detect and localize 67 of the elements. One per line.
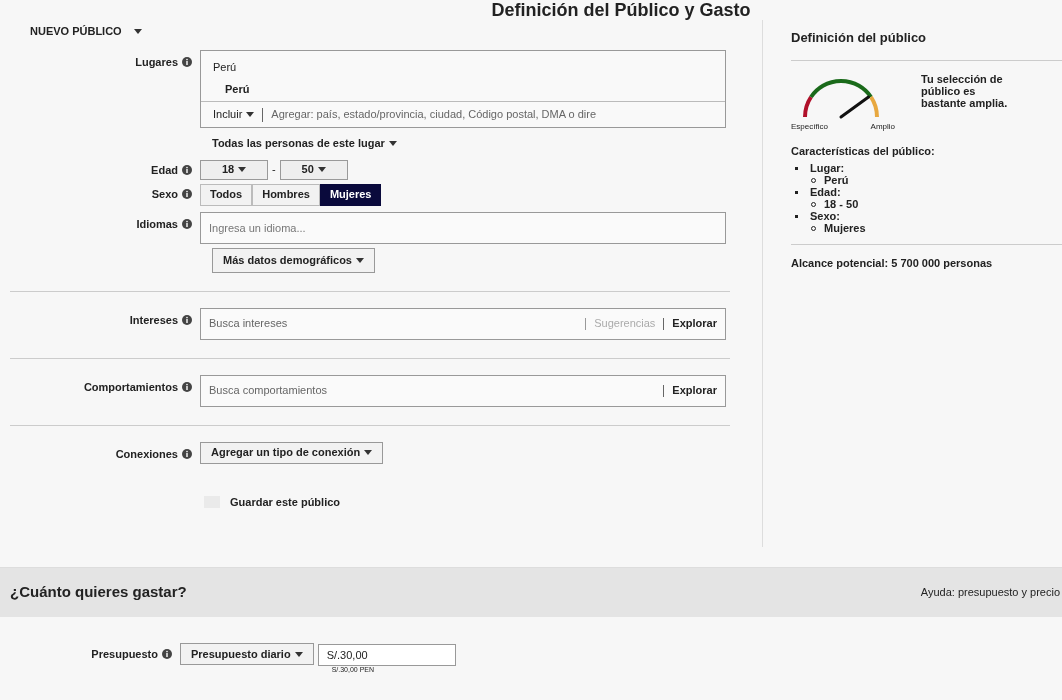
characteristic-label: Lugar: bbox=[810, 162, 845, 174]
slide-title: Definición del Público y Gasto bbox=[491, 0, 751, 20]
bullet-icon bbox=[795, 166, 798, 170]
info-icon bbox=[182, 314, 192, 325]
caret-icon bbox=[294, 651, 303, 657]
audience-dropdown[interactable]: NUEVO PÚBLICO bbox=[30, 22, 142, 40]
connection-type-dropdown[interactable]: Agregar un tipo de conexión bbox=[200, 441, 384, 464]
characteristic-value: Perú bbox=[824, 174, 849, 186]
behaviors-placeholder: Busca comportamientos bbox=[209, 383, 328, 399]
age-from-dropdown[interactable]: 18 bbox=[200, 159, 268, 180]
bullet-icon bbox=[795, 190, 798, 194]
behaviors-field[interactable]: Busca comportamientos Explorar bbox=[200, 374, 726, 407]
location-scope-dropdown[interactable]: Todas las personas de este lugar bbox=[212, 135, 397, 152]
potential-reach: Alcance potencial: 5 700 000 personas bbox=[791, 256, 994, 271]
caret-icon bbox=[238, 167, 247, 172]
characteristic-label: Sexo: bbox=[810, 210, 840, 222]
location-group: Perú bbox=[213, 59, 713, 76]
info-icon bbox=[182, 57, 192, 68]
caret-icon bbox=[133, 29, 142, 35]
bullet-icon bbox=[795, 214, 798, 218]
gauge-high-label: Amplio bbox=[870, 120, 895, 133]
interests-field[interactable]: Busca intereses Sugerencias Explorar bbox=[200, 307, 726, 340]
budget-field[interactable]: S/.30,00 bbox=[317, 644, 456, 666]
gender-option[interactable]: Todos bbox=[200, 183, 253, 206]
language-field[interactable]: Ingresa un idioma... bbox=[200, 211, 726, 244]
field-label: Edad bbox=[151, 162, 178, 178]
field-label: Comportamientos bbox=[83, 379, 178, 395]
location-tag: Perú bbox=[225, 80, 713, 97]
info-icon bbox=[182, 218, 192, 229]
interests-placeholder: Busca intereses bbox=[209, 316, 289, 332]
more-demographics-button[interactable]: Más datos demográficos bbox=[212, 247, 375, 273]
field-label: Lugares bbox=[135, 55, 178, 70]
caret-icon bbox=[317, 167, 326, 172]
gender-option[interactable]: Mujeres bbox=[319, 183, 382, 206]
field-label: Idiomas bbox=[136, 216, 178, 232]
age-to-dropdown[interactable]: 50 bbox=[279, 159, 348, 180]
field-label: Sexo bbox=[151, 186, 178, 202]
gender-option[interactable]: Hombres bbox=[252, 183, 320, 206]
location-placeholder: Agregar: país, estado/provincia, ciudad, Código postal, DMA o dire bbox=[271, 107, 597, 123]
characteristic-label: Edad: bbox=[810, 186, 841, 198]
field-label: Presupuesto bbox=[91, 646, 158, 662]
age-separator: - bbox=[272, 162, 276, 178]
caret-icon bbox=[364, 450, 373, 455]
audience-verdict: Tu selección de público es bastante amplia. bbox=[921, 72, 1009, 111]
caret-icon bbox=[356, 257, 364, 263]
info-icon bbox=[162, 649, 172, 659]
sidebar-title: Definición del público bbox=[791, 29, 928, 47]
locations-field[interactable]: Perú Perú Incluir Agregar: país, estado/provincia, ciudad, Código postal, DMA o dire bbox=[200, 50, 726, 128]
budget-type-dropdown[interactable]: Presupuesto diario bbox=[180, 643, 314, 665]
help-link[interactable]: Ayuda: presupuesto y precio bbox=[920, 584, 1060, 601]
save-audience-label: Guardar este público bbox=[230, 494, 341, 510]
caret-icon bbox=[388, 140, 397, 146]
info-icon bbox=[182, 448, 192, 459]
characteristics-title: Características del público: bbox=[791, 143, 936, 159]
section-title: ¿Cuánto quieres gastar? bbox=[10, 582, 187, 603]
explore-link[interactable]: Explorar bbox=[672, 382, 717, 399]
include-dropdown[interactable]: Incluir bbox=[213, 106, 255, 123]
explore-link[interactable]: Explorar bbox=[672, 315, 717, 332]
field-label: Conexiones bbox=[115, 446, 178, 462]
info-icon bbox=[182, 164, 192, 175]
characteristic-value: 18 - 50 bbox=[824, 198, 859, 210]
gauge-low-label: Específico bbox=[791, 120, 828, 133]
characteristic-value: Mujeres bbox=[824, 222, 866, 234]
caret-icon bbox=[246, 112, 255, 117]
field-label: Intereses bbox=[129, 312, 178, 328]
info-icon bbox=[182, 188, 192, 199]
info-icon bbox=[182, 381, 192, 392]
